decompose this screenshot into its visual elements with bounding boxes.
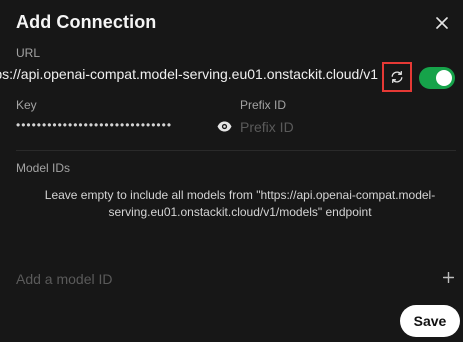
add-model-id-input[interactable] bbox=[16, 269, 416, 289]
key-label: Key bbox=[16, 98, 37, 112]
prefix-id-label: Prefix ID bbox=[240, 98, 287, 112]
url-label: URL bbox=[16, 46, 41, 60]
toggle-key-visibility-button[interactable] bbox=[216, 119, 232, 133]
close-button[interactable] bbox=[431, 12, 453, 34]
model-ids-info: Leave empty to include all models from "… bbox=[44, 188, 436, 219]
toggle-knob bbox=[436, 70, 452, 86]
url-value: https://api.openai-compat.model-serving.… bbox=[0, 66, 378, 82]
dialog-title: Add Connection bbox=[16, 12, 157, 32]
section-divider bbox=[16, 150, 456, 151]
save-button[interactable]: Save bbox=[400, 305, 460, 337]
add-model-button[interactable] bbox=[441, 270, 455, 284]
api-key-field[interactable]: •••••••••••••••••••••••••••••• bbox=[16, 118, 212, 132]
verify-connection-button[interactable] bbox=[382, 62, 412, 92]
enable-connection-toggle[interactable] bbox=[419, 67, 455, 89]
plus-icon bbox=[442, 271, 454, 283]
eye-icon bbox=[217, 121, 231, 131]
close-icon bbox=[436, 17, 448, 29]
prefix-id-input[interactable] bbox=[240, 116, 440, 138]
url-field[interactable]: https://api.openai-compat.model-serving.… bbox=[0, 66, 378, 82]
add-connection-dialog: Add Connection URL https://api.openai-co… bbox=[0, 0, 463, 342]
model-ids-label: Model IDs bbox=[16, 161, 71, 175]
refresh-icon bbox=[391, 70, 403, 84]
